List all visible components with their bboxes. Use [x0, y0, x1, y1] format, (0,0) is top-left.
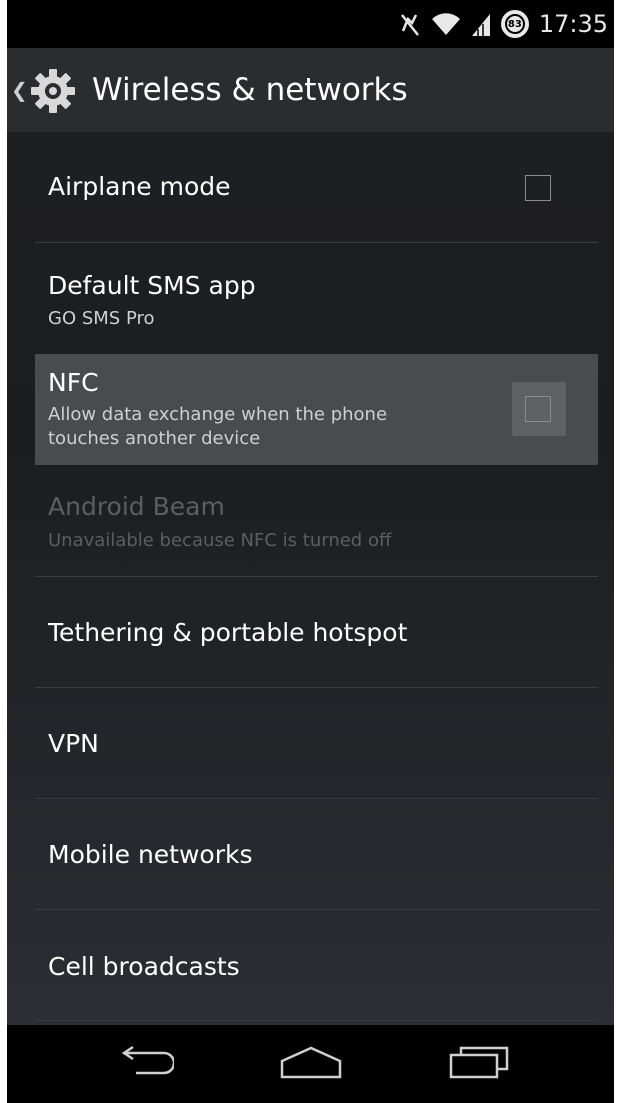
android-beam-summary: Unavailable because NFC is turned off — [48, 530, 392, 551]
status-bar: 83 17:35 — [7, 0, 614, 48]
default-sms-app-title: Default SMS app — [48, 271, 256, 300]
recents-button[interactable] — [440, 1035, 520, 1093]
airplane-mode-checkbox[interactable] — [525, 175, 551, 201]
android-beam-title: Android Beam — [48, 492, 225, 521]
settings-gear-icon[interactable] — [29, 67, 77, 115]
status-time: 17:35 — [538, 10, 608, 38]
divider — [35, 1020, 598, 1021]
android-beam-row: Android Beam Unavailable because NFC is … — [35, 466, 598, 576]
battery-icon: 83 — [500, 10, 529, 38]
default-sms-app-row[interactable]: Default SMS app GO SMS Pro — [35, 243, 598, 353]
nfc-summary-line1: Allow data exchange when the phone — [48, 404, 388, 425]
wifi-icon — [431, 11, 461, 37]
mobile-networks-title: Mobile networks — [48, 840, 253, 869]
tethering-row[interactable]: Tethering & portable hotspot — [35, 577, 598, 687]
signal-icon — [471, 11, 491, 37]
mobile-networks-row[interactable]: Mobile networks — [35, 799, 598, 909]
nfc-checkbox[interactable] — [525, 396, 551, 422]
vpn-title: VPN — [48, 729, 99, 758]
nfc-summary-line2: touches another device — [48, 428, 261, 449]
recents-icon — [447, 1045, 513, 1083]
battery-level: 83 — [504, 14, 525, 34]
airplane-mode-row[interactable]: Airplane mode — [35, 132, 598, 242]
action-bar: ❮ Wireless & networks — [7, 48, 614, 132]
page-title: Wireless & networks — [92, 72, 408, 108]
nfc-title: NFC — [48, 368, 99, 397]
home-icon — [278, 1045, 344, 1083]
back-button[interactable] — [104, 1035, 184, 1093]
navigation-bar — [7, 1025, 614, 1103]
phone-screen: 83 17:35 ❮ Wireless & networks Airplane … — [7, 0, 614, 1103]
cell-broadcasts-row[interactable]: Cell broadcasts — [35, 910, 598, 1020]
back-icon — [114, 1045, 176, 1083]
status-icons: 83 17:35 — [399, 0, 608, 48]
home-button[interactable] — [271, 1035, 351, 1093]
up-navigation-icon[interactable]: ❮ — [11, 78, 28, 102]
default-sms-app-summary: GO SMS Pro — [48, 308, 155, 329]
tethering-title: Tethering & portable hotspot — [48, 618, 408, 647]
airplane-mode-title: Airplane mode — [48, 172, 231, 201]
nfc-row[interactable]: NFC Allow data exchange when the phone t… — [35, 354, 598, 465]
cell-broadcasts-title: Cell broadcasts — [48, 952, 240, 981]
mute-icon — [399, 11, 421, 37]
vpn-row[interactable]: VPN — [35, 688, 598, 798]
